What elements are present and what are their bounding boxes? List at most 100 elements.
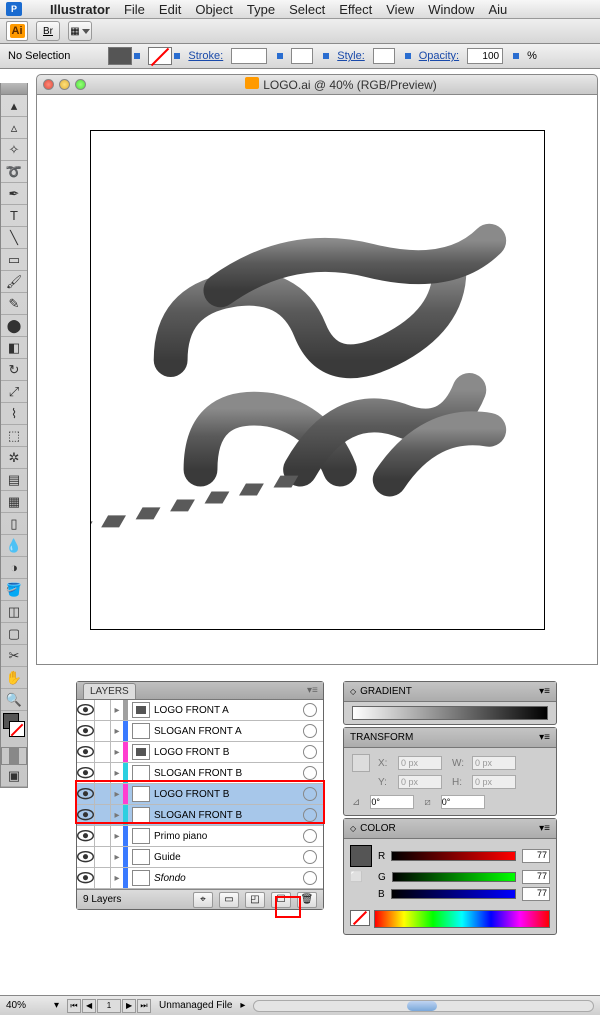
layer-row[interactable]: ▸ Sfondo [77,868,323,889]
panel-menu-icon[interactable]: ▾≡ [539,732,550,743]
expand-icon[interactable]: ▸ [111,831,123,842]
mesh-tool[interactable]: ▦ [1,491,27,513]
expand-icon[interactable]: ▸ [111,789,123,800]
target-icon[interactable] [303,703,317,717]
layer-name[interactable]: Sfondo [154,873,303,884]
rotate-input[interactable] [370,795,414,809]
y-input[interactable] [398,775,442,789]
color-fill-swatch[interactable] [350,845,372,867]
lock-toggle[interactable] [95,826,111,846]
slice-tool[interactable]: ✂ [1,645,27,667]
layer-name[interactable]: LOGO FRONT B [154,747,303,758]
fill-dropdown-icon[interactable] [134,53,140,59]
symbol-sprayer-tool[interactable]: ✲ [1,447,27,469]
eyedropper-tool[interactable]: 💧 [1,535,27,557]
panel-menu-icon[interactable]: ▾≡ [539,686,550,697]
magic-wand-tool[interactable]: ✧ [1,139,27,161]
layer-row[interactable]: ▸ Primo piano [77,826,323,847]
menu-object[interactable]: Object [195,2,233,17]
shear-input[interactable] [441,795,485,809]
brush-dropdown-icon[interactable] [323,53,329,59]
menu-view[interactable]: View [386,2,414,17]
visibility-toggle[interactable] [77,763,95,783]
layer-name[interactable]: SLOGAN FRONT B [154,768,303,779]
spectrum-picker[interactable] [374,910,550,928]
doc-titlebar[interactable]: LOGO.ai @ 40% (RGB/Preview) [36,74,598,95]
canvas[interactable] [36,95,598,665]
arrange-docs-button[interactable]: ▦ [68,21,92,41]
layer-row[interactable]: ▸SLOGAN FRONT A [77,721,323,742]
paintbrush-tool[interactable]: 🖌 [1,271,27,293]
close-window-icon[interactable] [43,79,54,90]
zoom-window-icon[interactable] [75,79,86,90]
zoom-tool[interactable]: 🔍 [1,689,27,711]
layer-row[interactable]: ▸SLOGAN FRONT B [77,763,323,784]
lock-toggle[interactable] [95,847,111,867]
zoom-level[interactable]: 40% [6,1000,46,1011]
opacity-dropdown-icon[interactable] [513,53,519,59]
rotate-tool[interactable]: ↻ [1,359,27,381]
opacity-label[interactable]: Opacity: [419,50,459,62]
layer-row[interactable]: ▸ SLOGAN FRONT B [77,805,323,826]
menu-effect[interactable]: Effect [339,2,372,17]
layers-panel-header[interactable]: LAYERS ▾≡ [77,682,323,700]
minimize-window-icon[interactable] [59,79,70,90]
lock-toggle[interactable] [95,700,111,720]
eraser-tool[interactable]: ◧ [1,337,27,359]
selection-tool[interactable]: ▴ [1,95,27,117]
x-input[interactable] [398,756,442,770]
new-layer-button[interactable]: ☐ [271,892,291,908]
stroke-swatch[interactable] [148,47,172,65]
h-scrollbar[interactable] [253,1000,594,1012]
visibility-toggle[interactable] [77,826,95,846]
menu-edit[interactable]: Edit [159,2,181,17]
background-color[interactable] [9,721,25,737]
warp-tool[interactable]: ⌇ [1,403,27,425]
expand-icon[interactable]: ▸ [111,810,123,821]
page-input[interactable]: 1 [97,999,121,1013]
app-switcher-icon[interactable]: P [6,2,22,16]
gradient-header[interactable]: ◇GRADIENT▾≡ [344,682,556,702]
r-slider[interactable] [391,851,516,861]
graph-tool[interactable]: ▤ [1,469,27,491]
stroke-weight-dropdown-icon[interactable] [277,53,283,59]
target-icon[interactable] [303,724,317,738]
menu-select[interactable]: Select [289,2,325,17]
style-swatch[interactable] [373,48,395,64]
blend-tool[interactable]: ◑ [1,557,27,579]
hand-tool[interactable]: ✋ [1,667,27,689]
color-header[interactable]: ◇COLOR▾≡ [344,819,556,839]
live-paint-tool[interactable]: 🪣 [1,579,27,601]
scale-tool[interactable]: ⤢ [1,381,27,403]
layer-row[interactable]: ▸ LOGO FRONT B [77,742,323,763]
visibility-toggle[interactable] [77,700,95,720]
blob-brush-tool[interactable]: ⬤ [1,315,27,337]
target-icon[interactable] [303,787,317,801]
style-dropdown-icon[interactable] [405,53,411,59]
expand-icon[interactable]: ▸ [111,726,123,737]
layer-name[interactable]: SLOGAN FRONT B [154,810,303,821]
expand-icon[interactable]: ▸ [111,873,123,884]
color-block[interactable] [1,711,27,747]
lock-toggle[interactable] [95,805,111,825]
target-icon[interactable] [303,766,317,780]
target-icon[interactable] [303,850,317,864]
menu-type[interactable]: Type [247,2,275,17]
last-page-button[interactable]: ⏭ [137,999,151,1013]
live-paint-select-tool[interactable]: ◫ [1,601,27,623]
lock-toggle[interactable] [95,868,111,888]
visibility-toggle[interactable] [77,721,95,741]
none-color-button[interactable] [350,910,370,926]
menu-file[interactable]: File [124,2,145,17]
expand-icon[interactable]: ▸ [111,747,123,758]
layer-name[interactable]: Primo piano [154,831,303,842]
layer-name[interactable]: Guide [154,852,303,863]
draw-mode[interactable] [1,747,27,765]
g-slider[interactable] [392,872,516,882]
visibility-toggle[interactable] [77,784,95,804]
prev-page-button[interactable]: ◀ [82,999,96,1013]
opacity-input[interactable] [467,48,503,64]
visibility-toggle[interactable] [77,847,95,867]
new-sublayer-button[interactable]: ◰ [245,892,265,908]
next-page-button[interactable]: ▶ [122,999,136,1013]
